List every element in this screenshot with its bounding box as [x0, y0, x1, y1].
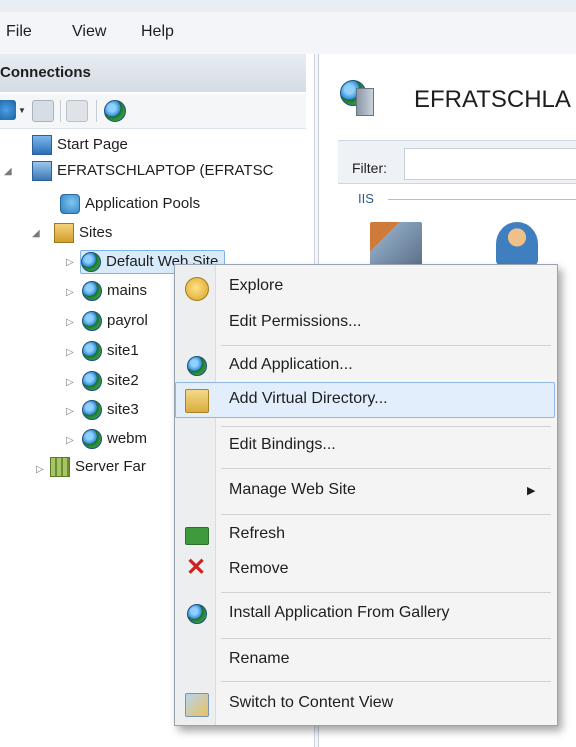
menu-separator: [221, 638, 551, 639]
menu-item-add-virtual-directory[interactable]: Add Virtual Directory...: [229, 382, 388, 416]
iis-group-label: IIS: [358, 191, 374, 206]
submenu-arrow-icon: ▶: [527, 485, 536, 497]
menu-item-install-from-gallery[interactable]: Install Application From Gallery: [229, 596, 450, 630]
title-strip: [0, 0, 576, 12]
content-view-icon: [185, 693, 209, 717]
tree-collapse-icon[interactable]: ◢: [32, 228, 40, 239]
feature-icon[interactable]: [370, 222, 422, 268]
gallery-icon: [185, 602, 207, 624]
menu-separator: [221, 592, 551, 593]
menu-item-switch-to-content-view[interactable]: Switch to Content View: [229, 686, 393, 720]
tree-sites[interactable]: Sites: [54, 222, 112, 244]
menu-view[interactable]: View: [72, 23, 106, 41]
menu-item-rename[interactable]: Rename: [229, 642, 289, 676]
globe-icon: [82, 400, 102, 421]
context-menu-gutter: [175, 265, 216, 725]
globe-icon: [82, 429, 102, 450]
globe-icon: [81, 252, 101, 273]
menu-file[interactable]: File: [6, 23, 32, 41]
menu-separator: [221, 514, 551, 515]
menu-item-remove[interactable]: Remove: [229, 552, 289, 586]
menu-item-edit-bindings[interactable]: Edit Bindings...: [229, 428, 336, 462]
menu-bar: File View Help: [0, 12, 576, 52]
connections-toolbar: ▼: [0, 94, 306, 129]
tree-site-payrol[interactable]: payrol: [82, 310, 148, 332]
server-farm-icon: [50, 457, 70, 478]
filter-input[interactable]: [404, 148, 576, 180]
menu-separator: [221, 345, 551, 346]
save-icon[interactable]: [32, 100, 54, 122]
tree-expand-icon[interactable]: ▷: [66, 406, 74, 417]
globe-icon: [82, 311, 102, 332]
tree-expand-icon[interactable]: ▷: [66, 435, 74, 446]
delete-connection-icon[interactable]: [104, 100, 126, 122]
authentication-icon[interactable]: [496, 222, 538, 266]
tree-collapse-icon[interactable]: ◢: [4, 166, 12, 177]
tree-expand-icon[interactable]: ▷: [36, 464, 44, 475]
tree-server-node[interactable]: EFRATSCHLAPTOP (EFRATSC: [32, 160, 273, 182]
globe-icon: [82, 341, 102, 362]
server-globe-icon: [340, 78, 374, 116]
refresh-icon: [185, 527, 209, 545]
menu-item-refresh[interactable]: Refresh: [229, 517, 285, 551]
context-menu: Explore Edit Permissions... Add Applicat…: [174, 264, 558, 726]
menu-help[interactable]: Help: [141, 23, 174, 41]
menu-item-edit-permissions[interactable]: Edit Permissions...: [229, 305, 361, 339]
connect-icon[interactable]: [0, 100, 16, 120]
start-page-icon: [32, 135, 52, 156]
tree-site-site3[interactable]: site3: [82, 399, 139, 421]
server-icon: [32, 161, 52, 182]
dropdown-arrow-icon[interactable]: ▼: [18, 106, 26, 115]
menu-separator: [221, 426, 551, 427]
tree-site-webm[interactable]: webm: [82, 428, 147, 450]
tree-expand-icon[interactable]: ▷: [66, 347, 74, 358]
add-virtual-directory-icon: [185, 389, 209, 413]
filter-label: Filter:: [352, 160, 387, 176]
toolbar-divider: [60, 100, 61, 122]
page-title: EFRATSCHLA: [414, 86, 571, 113]
connections-header: Connections: [0, 54, 306, 92]
tree-server-farms[interactable]: Server Far: [50, 456, 146, 478]
connections-title: Connections: [0, 64, 91, 81]
tree-app-pools[interactable]: Application Pools: [60, 193, 200, 215]
tree-site-mains[interactable]: mains: [82, 280, 147, 302]
tree-site-site1[interactable]: site1: [82, 340, 139, 362]
globe-icon: [82, 371, 102, 392]
tree-site-site2[interactable]: site2: [82, 370, 139, 392]
toolbar-divider: [96, 100, 97, 122]
group-divider: [388, 199, 576, 200]
menu-separator: [221, 468, 551, 469]
app-pools-icon: [60, 194, 80, 215]
sites-folder-icon: [54, 223, 74, 244]
tree-expand-icon[interactable]: ▷: [66, 377, 74, 388]
tree-expand-icon[interactable]: ▷: [66, 317, 74, 328]
add-application-icon: [185, 354, 207, 376]
up-level-icon[interactable]: [66, 100, 88, 122]
explore-icon: [185, 277, 209, 301]
menu-separator: [221, 681, 551, 682]
menu-item-explore[interactable]: Explore: [229, 269, 283, 303]
menu-item-add-application[interactable]: Add Application...: [229, 348, 353, 382]
tree-start-page[interactable]: Start Page: [32, 134, 128, 156]
remove-icon: ✕: [185, 554, 207, 581]
globe-icon: [82, 281, 102, 302]
tree-expand-icon[interactable]: ▷: [66, 287, 74, 298]
menu-item-manage-web-site[interactable]: Manage Web Site: [229, 473, 356, 507]
tree-expand-icon[interactable]: ▷: [66, 257, 74, 268]
